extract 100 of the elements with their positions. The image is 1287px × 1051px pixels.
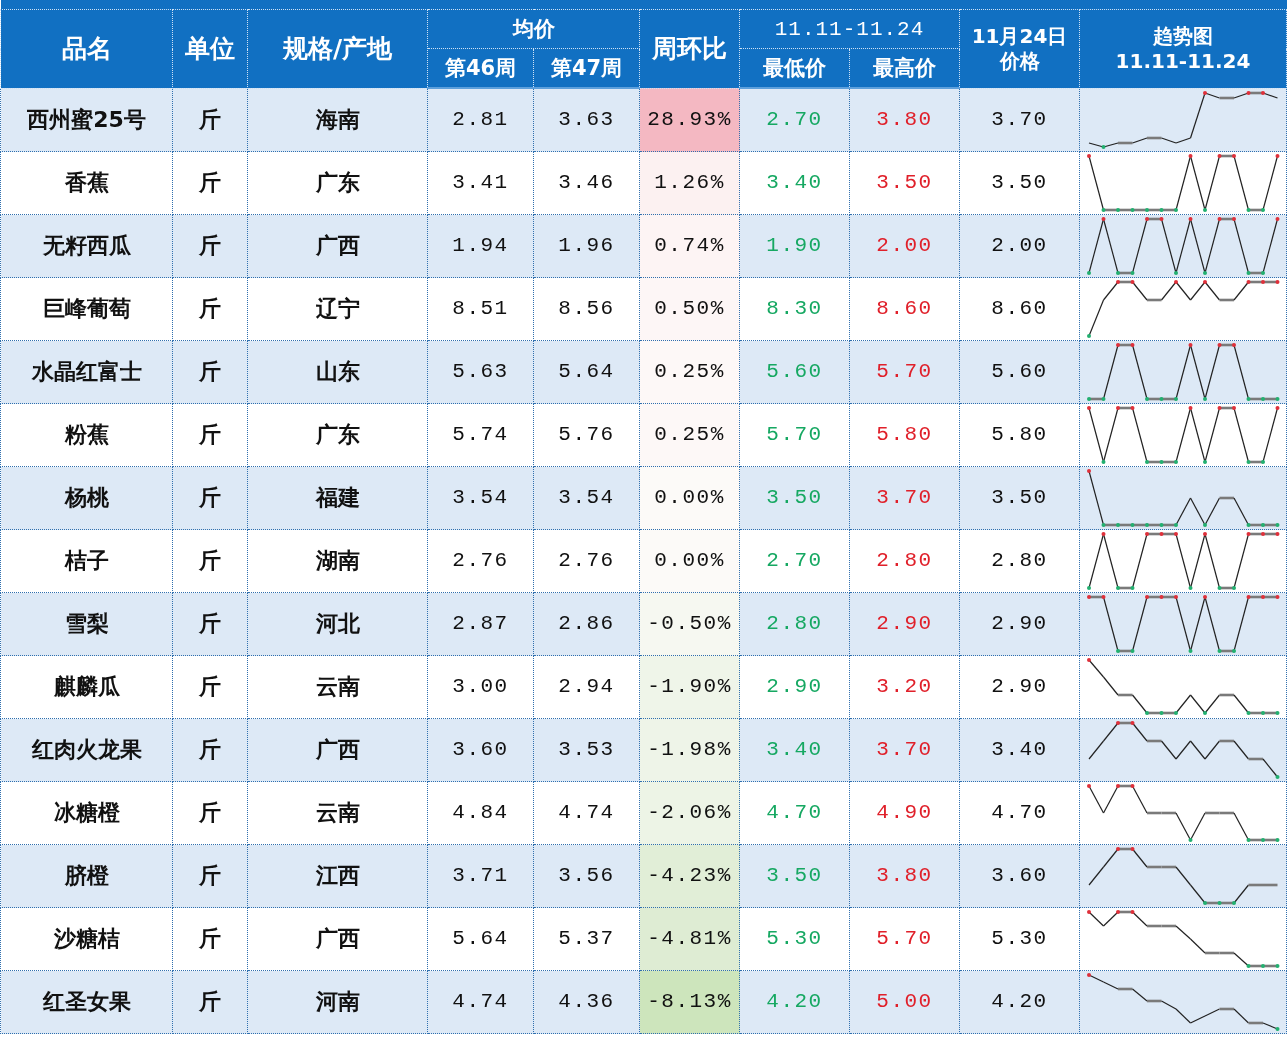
table-cell: 4.84 bbox=[427, 781, 534, 845]
table-cell: 斤 bbox=[172, 340, 248, 404]
table-cell: 福建 bbox=[247, 466, 428, 530]
table-cell: 斤 bbox=[172, 403, 248, 467]
table-cell: 3.46 bbox=[533, 151, 640, 215]
table-cell: 云南 bbox=[247, 655, 428, 719]
table-cell: 3.60 bbox=[427, 718, 534, 782]
table-cell: 5.74 bbox=[427, 403, 534, 467]
table-cell: 1.96 bbox=[533, 214, 640, 278]
table-cell: 湖南 bbox=[247, 529, 428, 593]
table-cell: 8.60 bbox=[849, 277, 960, 341]
column-header: 规格/产地 bbox=[247, 9, 428, 88]
table-cell: 广西 bbox=[247, 214, 428, 278]
change-cell: 0.00% bbox=[639, 466, 740, 530]
table-cell: 斤 bbox=[172, 970, 248, 1034]
change-cell: -4.23% bbox=[639, 844, 740, 908]
table-cell: 8.60 bbox=[959, 277, 1080, 341]
table-cell: 杨桃 bbox=[0, 466, 173, 530]
change-cell: -1.90% bbox=[639, 655, 740, 719]
table-cell: 4.20 bbox=[959, 970, 1080, 1034]
table-cell: 2.76 bbox=[533, 529, 640, 593]
table-cell: 5.70 bbox=[739, 403, 850, 467]
table-cell: 3.70 bbox=[849, 718, 960, 782]
table-cell: 雪梨 bbox=[0, 592, 173, 656]
table-cell: 斤 bbox=[172, 151, 248, 215]
table-cell: 5.70 bbox=[849, 907, 960, 971]
table-cell: 2.80 bbox=[739, 592, 850, 656]
table-cell: 3.40 bbox=[959, 718, 1080, 782]
table-cell: 4.36 bbox=[533, 970, 640, 1034]
change-cell: -0.50% bbox=[639, 592, 740, 656]
table-cell: 8.51 bbox=[427, 277, 534, 341]
column-header: 价格 bbox=[999, 48, 1040, 74]
change-cell: 0.50% bbox=[639, 277, 740, 341]
table-cell: 2.81 bbox=[427, 88, 534, 152]
table-cell: 广东 bbox=[247, 403, 428, 467]
table-cell: 3.63 bbox=[533, 88, 640, 152]
table-cell: 斤 bbox=[172, 907, 248, 971]
table-cell: 广东 bbox=[247, 151, 428, 215]
table-cell: 香蕉 bbox=[0, 151, 173, 215]
table-cell: 斤 bbox=[172, 466, 248, 530]
table-cell: 3.20 bbox=[849, 655, 960, 719]
change-cell: 1.26% bbox=[639, 151, 740, 215]
table-cell: 斤 bbox=[172, 529, 248, 593]
table-cell: 2.90 bbox=[739, 655, 850, 719]
table-cell: 3.71 bbox=[427, 844, 534, 908]
table-cell: 桔子 bbox=[0, 529, 173, 593]
table-cell: 2.70 bbox=[739, 88, 850, 152]
column-header: 周环比 bbox=[639, 9, 740, 88]
table-cell: 斤 bbox=[172, 214, 248, 278]
table-cell: 广西 bbox=[247, 907, 428, 971]
table-cell: 红圣女果 bbox=[0, 970, 173, 1034]
table-cell: 3.70 bbox=[849, 466, 960, 530]
change-cell: 28.93% bbox=[639, 88, 740, 152]
column-header: 品名 bbox=[0, 9, 173, 88]
column-header: 最高价 bbox=[849, 48, 960, 88]
table-cell: 5.80 bbox=[849, 403, 960, 467]
table-cell: 斤 bbox=[172, 718, 248, 782]
table-cell: 2.94 bbox=[533, 655, 640, 719]
table-cell: 4.20 bbox=[739, 970, 850, 1034]
table-cell: 5.80 bbox=[959, 403, 1080, 467]
table-cell: 2.80 bbox=[849, 529, 960, 593]
table-cell: 5.30 bbox=[959, 907, 1080, 971]
table-cell: 4.74 bbox=[533, 781, 640, 845]
table-cell: 3.50 bbox=[849, 151, 960, 215]
table-cell: 云南 bbox=[247, 781, 428, 845]
table-cell: 3.70 bbox=[959, 88, 1080, 152]
table-cell: 西州蜜25号 bbox=[0, 88, 173, 152]
table-cell: 斤 bbox=[172, 88, 248, 152]
table-cell: 冰糖橙 bbox=[0, 781, 173, 845]
table-cell: 1.94 bbox=[427, 214, 534, 278]
column-header: 最低价 bbox=[739, 48, 850, 88]
change-cell: 0.00% bbox=[639, 529, 740, 593]
table-cell: 河北 bbox=[247, 592, 428, 656]
table-cell: 3.56 bbox=[533, 844, 640, 908]
table-cell: 脐橙 bbox=[0, 844, 173, 908]
column-header: 11.11-11.24 bbox=[739, 9, 960, 49]
table-cell: 8.30 bbox=[739, 277, 850, 341]
table-cell: 麒麟瓜 bbox=[0, 655, 173, 719]
table-cell: 2.86 bbox=[533, 592, 640, 656]
table-cell: 3.50 bbox=[959, 466, 1080, 530]
table-cell: 5.76 bbox=[533, 403, 640, 467]
table-cell: 2.80 bbox=[959, 529, 1080, 593]
change-cell: -1.98% bbox=[639, 718, 740, 782]
table-cell: 5.30 bbox=[739, 907, 850, 971]
column-header: 趋势图 bbox=[1153, 23, 1213, 49]
table-cell: 3.50 bbox=[739, 844, 850, 908]
table-cell: 3.54 bbox=[427, 466, 534, 530]
table-cell: 3.00 bbox=[427, 655, 534, 719]
table-cell: 斤 bbox=[172, 592, 248, 656]
table-cell: 3.60 bbox=[959, 844, 1080, 908]
table-cell: 斤 bbox=[172, 844, 248, 908]
table-cell: 2.90 bbox=[959, 592, 1080, 656]
table-cell: 2.90 bbox=[959, 655, 1080, 719]
table-cell: 3.40 bbox=[739, 718, 850, 782]
table-cell: 3.41 bbox=[427, 151, 534, 215]
table-cell: 4.70 bbox=[959, 781, 1080, 845]
change-cell: -4.81% bbox=[639, 907, 740, 971]
table-cell: 5.00 bbox=[849, 970, 960, 1034]
column-header: 11月24日 bbox=[971, 23, 1068, 49]
table-cell: 5.64 bbox=[533, 340, 640, 404]
